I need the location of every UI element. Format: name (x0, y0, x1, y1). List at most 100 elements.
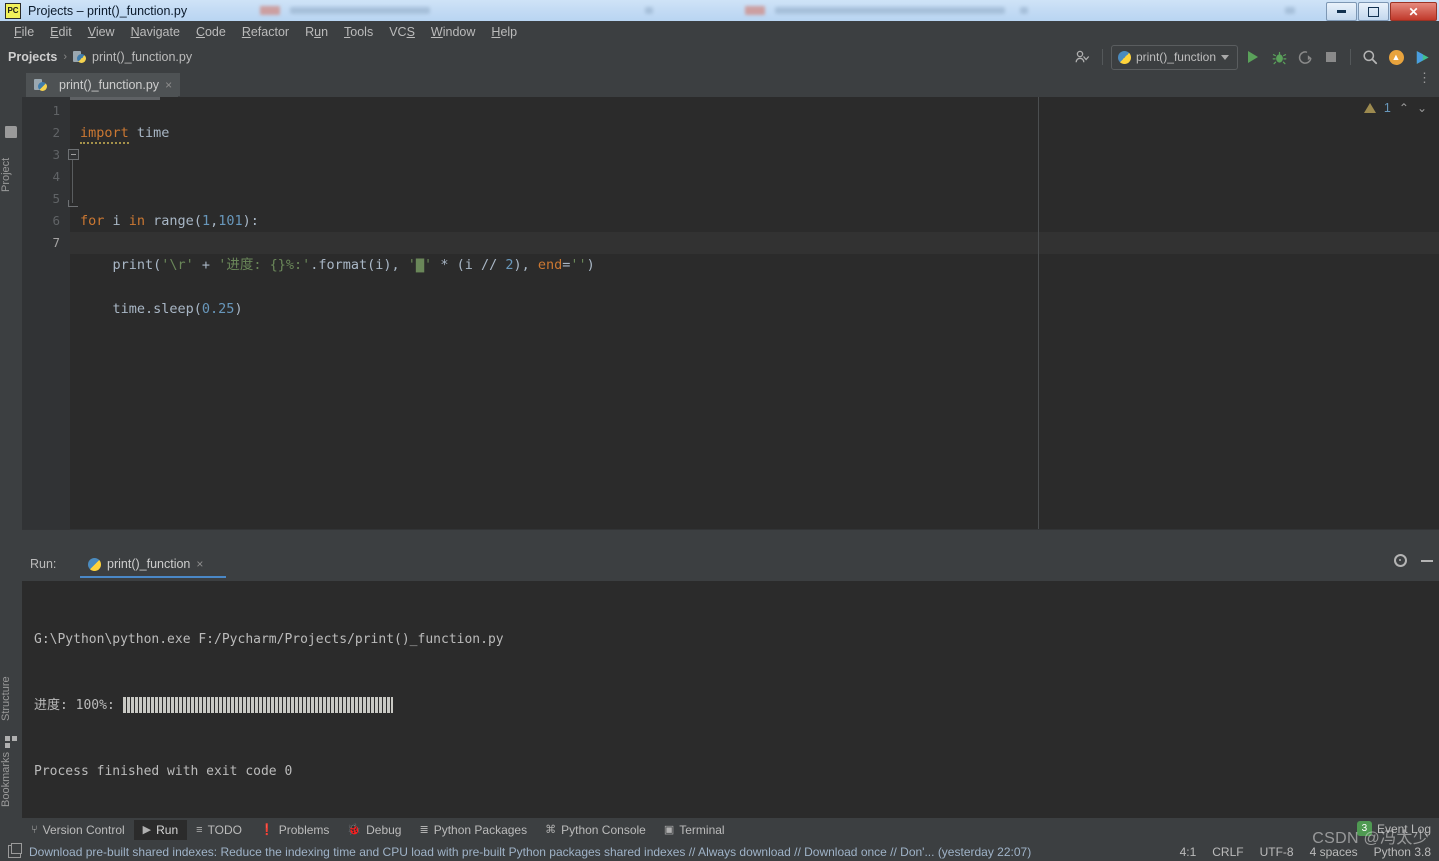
packages-icon: ≣ (419, 823, 429, 836)
menu-tools[interactable]: Tools (336, 23, 381, 41)
sidebar-item-project[interactable]: Project (0, 149, 22, 201)
tool-window-version-control[interactable]: ⑂ Version Control (22, 820, 134, 840)
code-token: ), (513, 257, 538, 273)
tool-window-python-packages[interactable]: ≣ Python Packages (410, 820, 536, 840)
chevron-down-icon (1221, 54, 1229, 60)
tool-window-label: Debug (366, 823, 402, 837)
line-number: 1 (52, 103, 60, 118)
run-tab-underline (80, 576, 226, 578)
tool-window-python-console[interactable]: ⌘ Python Console (536, 820, 655, 840)
menu-code[interactable]: Code (188, 23, 234, 41)
chevron-up-icon[interactable]: ⌃ (1399, 101, 1409, 115)
code-folding-column[interactable] (66, 97, 80, 529)
event-log-button[interactable]: 3 Event Log (1356, 821, 1431, 836)
search-icon[interactable] (1359, 46, 1381, 68)
menu-edit[interactable]: Edit (42, 23, 80, 41)
code-token: range( (145, 213, 202, 229)
feature-trainer-icon[interactable] (1411, 46, 1433, 68)
code-token-block-char: ▇ (415, 257, 425, 273)
close-button[interactable]: ✕ (1390, 2, 1437, 21)
menu-window[interactable]: Window (423, 23, 483, 41)
file-encoding[interactable]: UTF-8 (1260, 845, 1294, 859)
menu-help[interactable]: Help (483, 23, 525, 41)
tool-window-problems[interactable]: ❗ Problems (251, 820, 338, 840)
code-token: import (80, 125, 129, 144)
restore-button[interactable] (1358, 2, 1389, 21)
menu-vcs[interactable]: VCS (381, 23, 423, 41)
menu-run[interactable]: Run (297, 23, 336, 41)
tool-window-label: Python Packages (433, 823, 528, 837)
python-interpreter[interactable]: Python 3.8 (1374, 845, 1431, 859)
fold-collapse-icon[interactable] (68, 149, 79, 160)
code-line-4: print('\r' + '进度: {}%:'.format(i), '▇' *… (80, 254, 1439, 276)
editor-gutter[interactable]: 1 2 3 4 5 6 7 (22, 97, 70, 529)
code-token: ) (586, 257, 595, 273)
code-token: 101 (218, 213, 243, 229)
code-editor[interactable]: 1 2 3 4 5 6 7 import time for i in range… (22, 97, 1439, 529)
tool-window-todo[interactable]: ≡ TODO (187, 820, 251, 840)
indent-setting[interactable]: 4 spaces (1310, 845, 1358, 859)
pycharm-window: PC Projects – print()_function.py ✕ File… (0, 0, 1439, 861)
console-progress-line: 进度: 100%: (34, 695, 1439, 717)
play-icon: ▶ (142, 823, 152, 836)
toolbar-divider-2 (1350, 49, 1351, 65)
run-configuration-selector[interactable]: print()_function (1110, 44, 1238, 70)
branch-icon: ⑂ (31, 823, 38, 836)
sidebar-item-structure[interactable]: Structure (0, 667, 22, 731)
status-bar-right: 4:1 CRLF UTF-8 4 spaces Python 3.8 (1180, 842, 1431, 861)
code-text[interactable]: import time for i in range(1,101): print… (80, 100, 1439, 452)
folder-icon (5, 126, 17, 138)
list-icon: ≡ (196, 823, 203, 836)
menu-refactor[interactable]: Refactor (234, 23, 297, 41)
caret-position[interactable]: 4:1 (1180, 845, 1197, 859)
menu-file[interactable]: File (6, 23, 42, 41)
more-options-icon[interactable]: ⋮ (1418, 71, 1431, 84)
close-icon[interactable]: × (165, 78, 172, 92)
debug-icon[interactable] (1268, 46, 1290, 68)
run-panel-tools[interactable] (1394, 554, 1433, 567)
hide-panel-icon[interactable] (1421, 559, 1433, 562)
run-with-coverage-icon[interactable] (1294, 46, 1316, 68)
tool-window-terminal[interactable]: ▣ Terminal (655, 820, 734, 840)
editor-tab[interactable]: print()_function.py × (26, 73, 181, 96)
inspection-widget[interactable]: 1 ⌃ ⌄ (1363, 101, 1427, 115)
code-token: ) (234, 301, 243, 317)
python-console-icon: ⌘ (545, 823, 557, 836)
breadcrumb-file[interactable]: print()_function.py (92, 50, 192, 64)
run-console-output[interactable]: G:\Python\python.exe F:/Pycharm/Projects… (22, 581, 1439, 844)
code-token: time (128, 125, 170, 141)
code-line-3: for i in range(1,101): (80, 210, 1439, 232)
settings-gear-icon[interactable] (1394, 554, 1407, 567)
status-bar: Download pre-built shared indexes: Reduc… (0, 842, 1439, 861)
tool-window-debug[interactable]: 🐞 Debug (338, 820, 410, 840)
run-tab[interactable]: print()_function × (80, 553, 211, 575)
code-token: + (193, 257, 219, 273)
bottom-tool-window-bar[interactable]: ⑂ Version Control ▶ Run ≡ TODO ❗ Problem… (0, 818, 1439, 842)
menu-bar[interactable]: File Edit View Navigate Code Refactor Ru… (0, 21, 1439, 43)
code-token: ): (242, 213, 259, 229)
code-line-5: time.sleep(0.25) (80, 298, 1439, 320)
close-icon[interactable]: × (196, 557, 203, 571)
sidebar-item-bookmarks[interactable]: Bookmarks (0, 739, 22, 819)
menu-view[interactable]: View (80, 23, 123, 41)
run-panel-header (22, 550, 1439, 578)
tool-window-label: TODO (207, 823, 243, 837)
line-separator[interactable]: CRLF (1212, 845, 1243, 859)
code-token: '进度: {}%:' (218, 257, 311, 273)
window-controls[interactable]: ✕ (1326, 2, 1437, 21)
run-icon[interactable] (1242, 46, 1264, 68)
update-project-icon[interactable]: ▲ (1385, 46, 1407, 68)
stop-icon[interactable] (1320, 46, 1342, 68)
minimize-button[interactable] (1326, 2, 1357, 21)
breadcrumb-root[interactable]: Projects (8, 50, 57, 64)
progress-bar (122, 697, 393, 713)
main-toolbar[interactable]: print()_function ▲ (1072, 43, 1433, 71)
chevron-down-icon[interactable]: ⌄ (1417, 101, 1427, 115)
tool-window-run[interactable]: ▶ Run (133, 820, 188, 840)
status-message[interactable]: Download pre-built shared indexes: Reduc… (29, 845, 1031, 859)
menu-navigate[interactable]: Navigate (123, 23, 188, 41)
window-title: Projects – print()_function.py (28, 3, 188, 18)
account-icon[interactable] (1072, 46, 1094, 68)
